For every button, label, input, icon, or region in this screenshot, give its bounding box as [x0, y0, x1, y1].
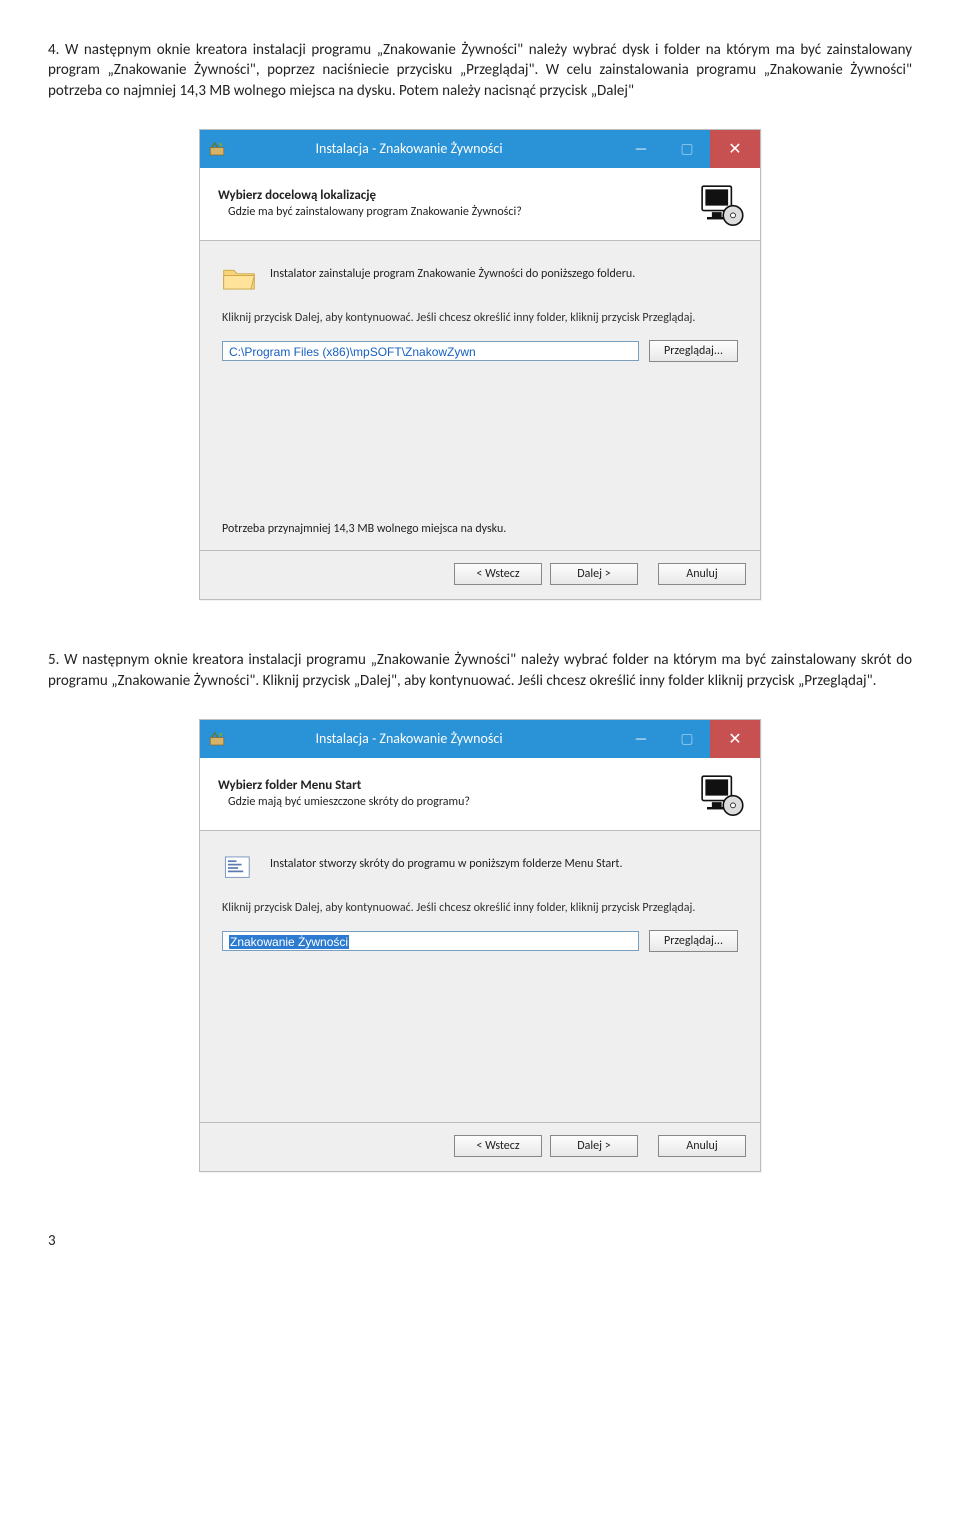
maximize-button[interactable]: ▢	[664, 130, 710, 168]
wizard-footer: < Wstecz Dalej > Anuluj	[200, 550, 760, 599]
wizard-footer: < Wstecz Dalej > Anuluj	[200, 1122, 760, 1171]
next-button[interactable]: Dalej >	[550, 1135, 638, 1157]
body-message: Instalator zainstaluje program Znakowani…	[270, 263, 738, 281]
dialog-2-wrap: Instalacja - Znakowanie Żywności — ▢ ✕ W…	[48, 719, 912, 1173]
header-title: Wybierz folder Menu Start	[218, 778, 682, 793]
instruction-text: Kliknij przycisk Dalej, aby kontynuować.…	[222, 311, 738, 327]
back-button[interactable]: < Wstecz	[454, 1135, 542, 1157]
titlebar: Instalacja - Znakowanie Żywności — ▢ ✕	[200, 720, 760, 758]
disk-space-note: Potrzeba przynajmniej 14,3 MB wolnego mi…	[222, 522, 738, 536]
cancel-button[interactable]: Anuluj	[658, 563, 746, 585]
startmenu-icon	[222, 853, 256, 883]
next-button[interactable]: Dalej >	[550, 563, 638, 585]
wizard-body: Instalator stworzy skróty do programu w …	[200, 831, 760, 1123]
minimize-button[interactable]: —	[618, 720, 664, 758]
instruction-text: Kliknij przycisk Dalej, aby kontynuować.…	[222, 901, 738, 917]
browse-button[interactable]: Przeglądaj...	[649, 340, 738, 362]
browse-button[interactable]: Przeglądaj...	[649, 930, 738, 952]
header-title: Wybierz docelową lokalizację	[218, 188, 682, 203]
window-title: Instalacja - Znakowanie Żywności	[200, 730, 618, 747]
install-path-input[interactable]: C:\Program Files (x86)\mpSOFT\ZnakowZywn	[222, 341, 639, 361]
close-button[interactable]: ✕	[710, 130, 760, 168]
titlebar: Instalacja - Znakowanie Żywności — ▢ ✕	[200, 130, 760, 168]
wizard-header: Wybierz docelową lokalizację Gdzie ma by…	[200, 168, 760, 241]
back-button[interactable]: < Wstecz	[454, 563, 542, 585]
minimize-button[interactable]: —	[618, 130, 664, 168]
window-controls: — ▢ ✕	[618, 130, 760, 168]
window-controls: — ▢ ✕	[618, 720, 760, 758]
wizard-header: Wybierz folder Menu Start Gdzie mają być…	[200, 758, 760, 831]
startmenu-folder-input[interactable]: Znakowanie Żywności	[222, 931, 639, 951]
cancel-button[interactable]: Anuluj	[658, 1135, 746, 1157]
dialog-1-wrap: Instalacja - Znakowanie Żywności — ▢ ✕ W…	[48, 129, 912, 601]
folder-icon	[222, 263, 256, 293]
body-message: Instalator stworzy skróty do programu w …	[270, 853, 738, 871]
maximize-button[interactable]: ▢	[664, 720, 710, 758]
page-number: 3	[48, 1232, 912, 1250]
header-subtitle: Gdzie mają być umieszczone skróty do pro…	[228, 795, 682, 809]
header-subtitle: Gdzie ma być zainstalowany program Znako…	[228, 205, 682, 219]
paragraph-step-5: 5. W następnym oknie kreatora instalacji…	[48, 650, 912, 691]
installer-dialog-location: Instalacja - Znakowanie Żywności — ▢ ✕ W…	[199, 129, 761, 601]
wizard-body: Instalator zainstaluje program Znakowani…	[200, 241, 760, 551]
computer-disc-icon	[694, 768, 746, 820]
installer-dialog-startmenu: Instalacja - Znakowanie Żywności — ▢ ✕ W…	[199, 719, 761, 1173]
close-button[interactable]: ✕	[710, 720, 760, 758]
window-title: Instalacja - Znakowanie Żywności	[200, 140, 618, 157]
computer-disc-icon	[694, 178, 746, 230]
paragraph-step-4: 4. W następnym oknie kreatora instalacji…	[48, 40, 912, 101]
